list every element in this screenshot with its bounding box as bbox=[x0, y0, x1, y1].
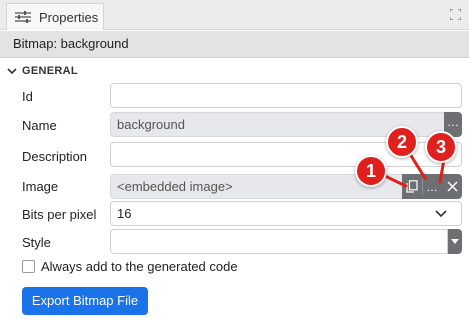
sliders-icon bbox=[15, 11, 31, 23]
image-label: Image bbox=[22, 179, 59, 194]
description-label: Description bbox=[22, 149, 88, 164]
panel-header: Bitmap: background bbox=[0, 31, 469, 58]
clear-icon[interactable] bbox=[442, 174, 462, 199]
style-input[interactable] bbox=[110, 229, 448, 254]
chevron-down-icon bbox=[7, 68, 17, 75]
style-dropdown-button[interactable] bbox=[448, 229, 462, 254]
annotation-badge-3: 3 bbox=[425, 131, 457, 163]
tab-properties[interactable]: Properties bbox=[6, 3, 104, 30]
id-label: Id bbox=[22, 89, 33, 104]
annotation-badge-2: 2 bbox=[386, 126, 418, 158]
maximize-icon[interactable] bbox=[450, 9, 461, 20]
image-actions: … bbox=[402, 174, 462, 199]
caret-down-icon bbox=[451, 238, 459, 244]
annotation-badge-1: 1 bbox=[355, 155, 387, 187]
id-input[interactable] bbox=[110, 83, 462, 108]
always-add-row[interactable]: Always add to the generated code bbox=[22, 259, 238, 274]
chevron-down-icon bbox=[435, 210, 447, 218]
bits-per-pixel-select[interactable]: 16 bbox=[110, 201, 462, 226]
section-general[interactable]: GENERAL bbox=[7, 65, 78, 77]
style-label: Style bbox=[22, 235, 51, 250]
bits-per-pixel-label: Bits per pixel bbox=[22, 207, 97, 222]
always-add-checkbox[interactable] bbox=[22, 260, 35, 273]
export-bitmap-button[interactable]: Export Bitmap File bbox=[22, 287, 148, 315]
always-add-label: Always add to the generated code bbox=[41, 259, 238, 274]
panel-tabbar: Properties bbox=[0, 0, 469, 30]
section-title: GENERAL bbox=[22, 65, 78, 77]
tab-label: Properties bbox=[39, 9, 99, 25]
name-label: Name bbox=[22, 118, 57, 133]
